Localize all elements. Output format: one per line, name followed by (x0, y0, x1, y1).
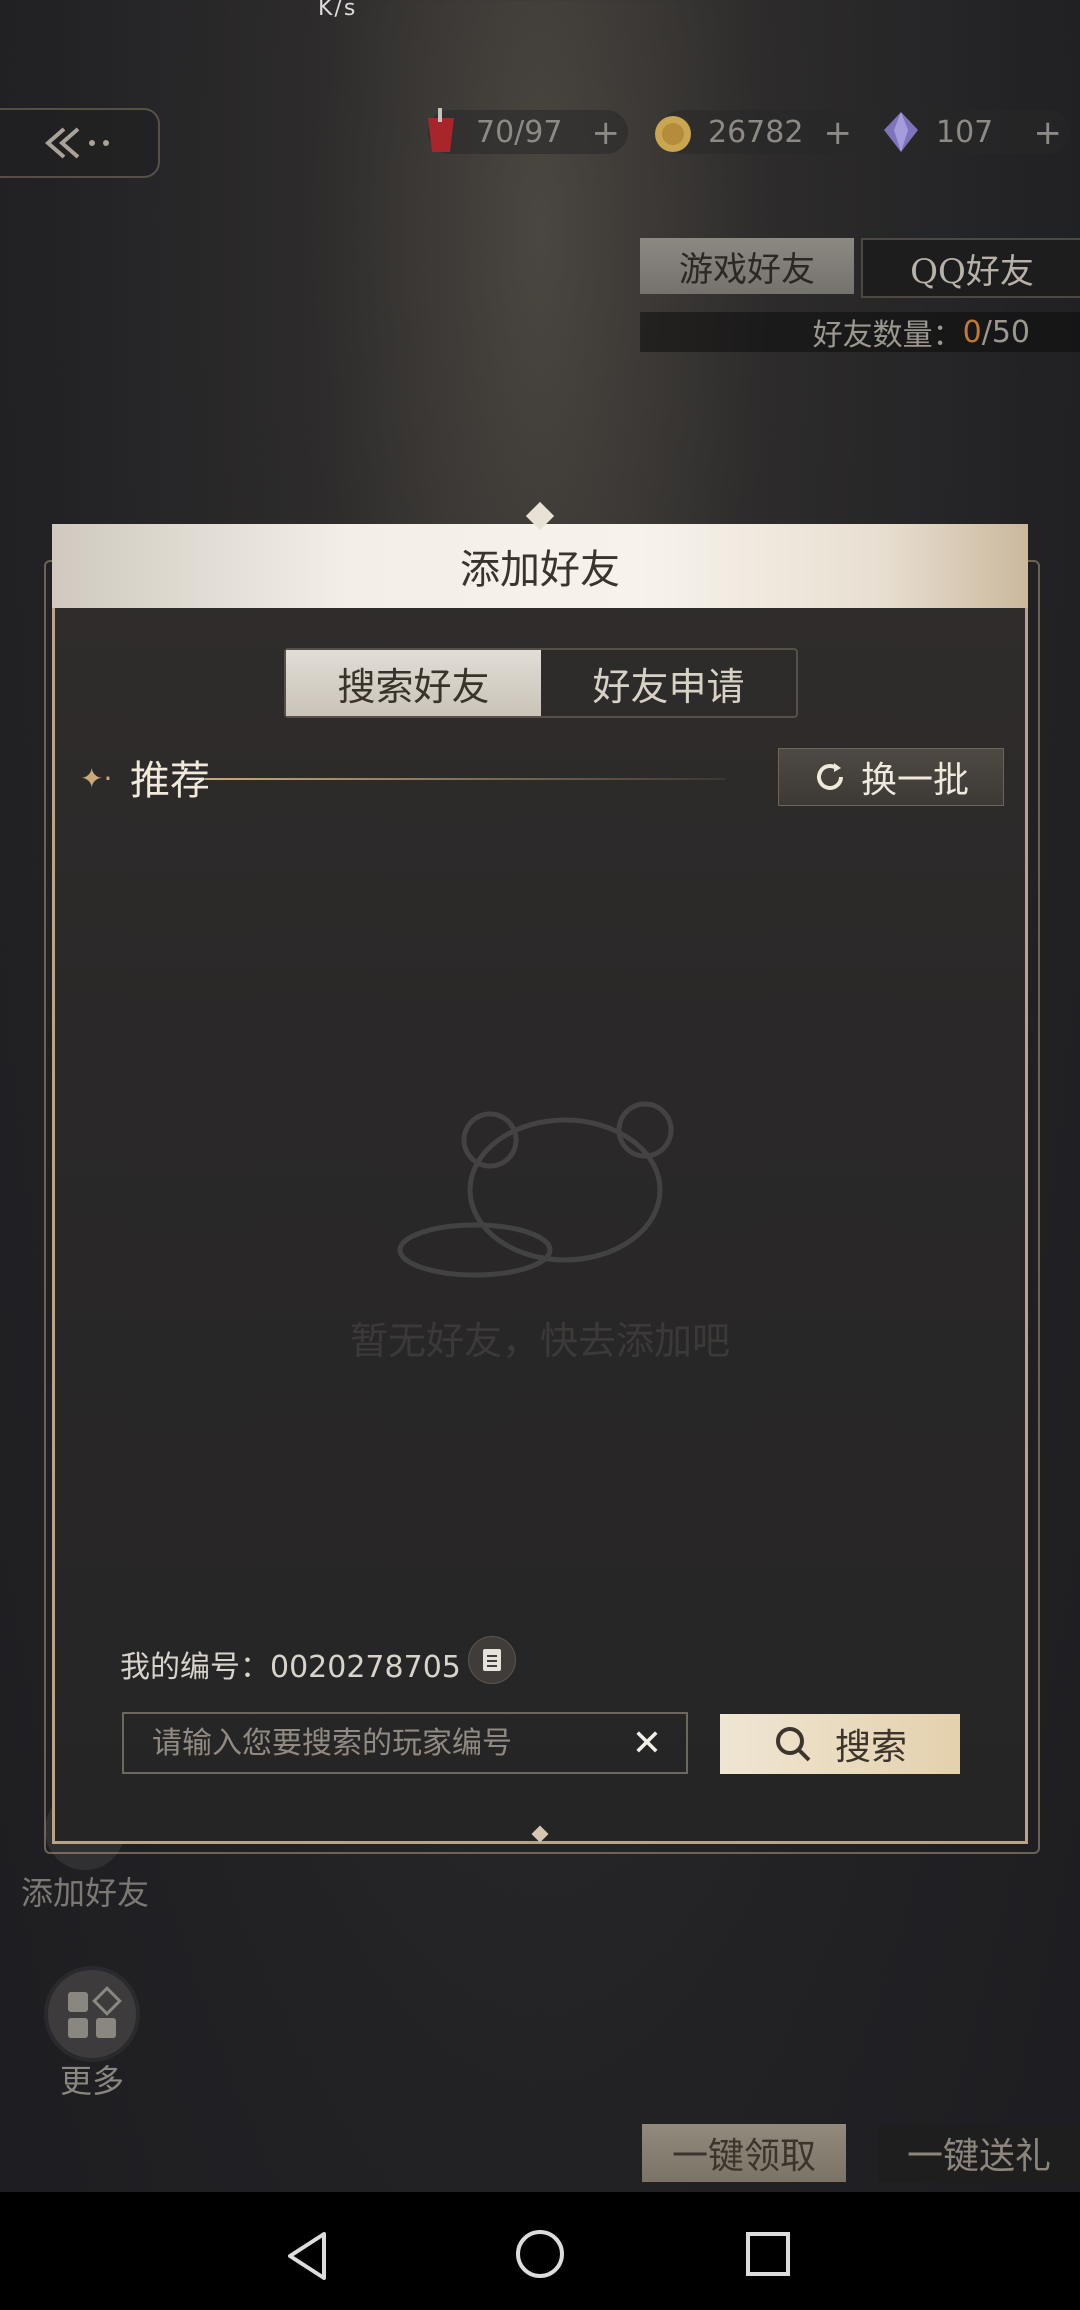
modal-title: 添加好友 (460, 547, 620, 593)
claim-all-button[interactable]: 一键领取 (642, 2124, 846, 2182)
back-button[interactable] (0, 108, 160, 178)
refresh-label: 换一批 (860, 760, 969, 801)
tab-game-friends[interactable]: 游戏好友 (640, 238, 854, 294)
more-label: 更多 (59, 2062, 124, 2100)
drink-icon (428, 108, 454, 152)
gift-all-button[interactable]: 一键送礼 (878, 2124, 1080, 2182)
network-speed: K/s (318, 0, 358, 21)
recommend-divider (205, 778, 725, 780)
more-button[interactable] (48, 1970, 136, 2058)
search-button[interactable]: 搜索 (720, 1714, 960, 1774)
search-icon (775, 1727, 811, 1762)
my-id-value: 0020278705 (270, 1650, 461, 1685)
search-button-label: 搜索 (834, 1727, 907, 1768)
refresh-icon (817, 763, 843, 790)
sparkle-icon: ✦· (80, 762, 113, 795)
gems-value: 107 (936, 114, 994, 150)
clear-input-button[interactable]: ✕ (626, 1722, 668, 1764)
tab-qq-friends[interactable]: QQ好友 (861, 238, 1080, 298)
copy-id-button[interactable] (468, 1636, 516, 1684)
recommend-title: 推荐 (130, 758, 210, 804)
modal-tabs: 搜索好友 好友申请 (284, 648, 798, 718)
gold-value: 26782 (708, 114, 804, 150)
empty-state-text: 暂无好友，快去添加吧 (349, 1319, 730, 1363)
close-icon: ✕ (631, 1722, 663, 1764)
friend-count: 好友数量： 0 /50 (640, 312, 1080, 353)
stamina-value: 70/97 (476, 114, 563, 150)
add-gems-button[interactable]: + (1034, 113, 1063, 153)
resource-stamina: 70/97 + (428, 108, 628, 154)
add-stamina-button[interactable]: + (592, 113, 621, 153)
refresh-button[interactable]: 换一批 (778, 748, 1004, 806)
nav-home-icon[interactable] (514, 2228, 566, 2280)
add-gold-button[interactable]: + (824, 113, 853, 153)
friend-count-value: 0 (962, 314, 982, 350)
status-bar: K/s (0, 0, 1080, 21)
resource-gems: 107 + (884, 110, 1070, 154)
tab-search-friends[interactable]: 搜索好友 (286, 650, 541, 716)
grid-icon (68, 1986, 122, 2038)
modal-header: 添加好友 (52, 524, 1028, 608)
my-id: 我的编号：0020278705 (120, 1642, 461, 1686)
system-nav-bar (0, 2192, 1080, 2310)
coin-icon (655, 116, 691, 152)
search-input[interactable] (122, 1712, 688, 1774)
resource-gold: 26782 + (655, 110, 860, 154)
friend-count-max: /50 (981, 314, 1030, 350)
friend-count-label: 好友数量： (812, 318, 963, 353)
add-friend-side-label[interactable]: 添加好友 (0, 1868, 170, 1914)
sleeping-bear-icon (397, 1101, 674, 1278)
copy-icon (483, 1649, 501, 1671)
nav-recents-icon[interactable] (744, 2230, 792, 2278)
tab-friend-requests[interactable]: 好友申请 (541, 650, 796, 716)
back-arrow-icon (44, 127, 109, 159)
nav-back-icon[interactable] (284, 2230, 332, 2282)
crystal-icon (884, 112, 918, 152)
my-id-label: 我的编号： (120, 1650, 270, 1685)
